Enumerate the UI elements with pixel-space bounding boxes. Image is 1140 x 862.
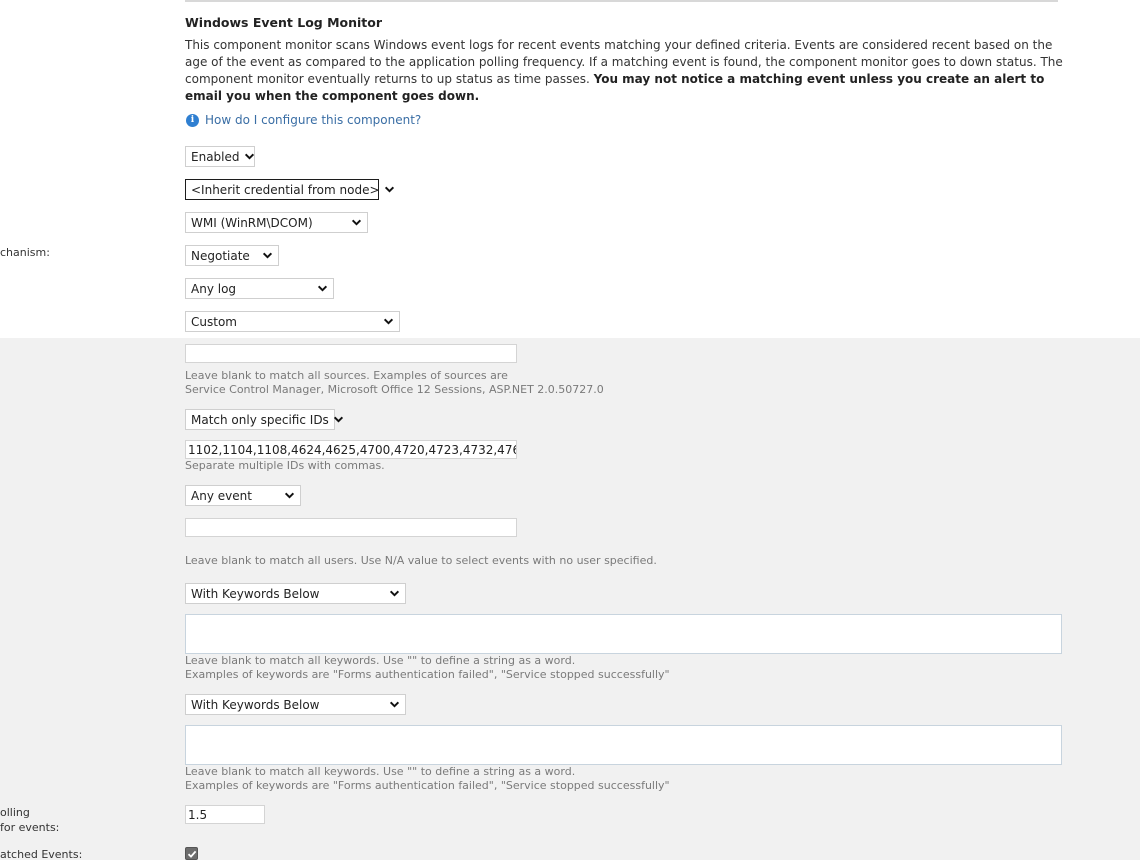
polling-label-line2: for events:: [0, 821, 60, 834]
status-value: Enabled: [191, 149, 240, 164]
event-ids-hint: Separate multiple IDs with commas.: [185, 459, 385, 472]
fetching-method-select[interactable]: WMI (WinRM\DCOM): [185, 212, 368, 233]
exclude-keywords-textarea[interactable]: [185, 725, 1062, 765]
chevron-down-icon: [333, 416, 343, 423]
collect-events-checkbox[interactable]: [185, 847, 198, 860]
component-description: This component monitor scans Windows eve…: [185, 37, 1070, 105]
chevron-down-icon: [389, 701, 400, 708]
user-hint: Leave blank to match all users. Use N/A …: [185, 554, 657, 567]
chevron-down-icon: [262, 252, 273, 259]
source-mode-value: Custom: [191, 314, 237, 329]
auth-mechanism-select[interactable]: Negotiate: [185, 245, 279, 266]
chevron-down-icon: [317, 285, 328, 292]
user-input[interactable]: [185, 518, 517, 537]
credential-select[interactable]: <Inherit credential from node>: [185, 179, 394, 200]
help-link[interactable]: i How do I configure this component?: [186, 113, 421, 127]
polling-label-line1: olling: [0, 806, 30, 819]
chevron-down-icon: [284, 492, 295, 499]
event-type-value: Any event: [191, 488, 252, 503]
include-keywords-mode-value: With Keywords Below: [191, 586, 320, 601]
exclude-keywords-hint-line1: Leave blank to match all keywords. Use "…: [185, 765, 576, 778]
event-type-select[interactable]: Any event: [185, 485, 301, 506]
log-select[interactable]: Any log: [185, 278, 334, 299]
top-divider: [185, 0, 1058, 2]
include-keywords-hint-line2: Examples of keywords are "Forms authenti…: [185, 668, 670, 681]
help-link-text: How do I configure this component?: [205, 113, 422, 127]
log-value: Any log: [191, 281, 237, 296]
event-id-mode-value: Match only specific IDs: [191, 412, 329, 427]
source-hint-line1: Leave blank to match all sources. Exampl…: [185, 369, 508, 382]
source-hint-line2: Service Control Manager, Microsoft Offic…: [185, 383, 604, 396]
source-mode-select[interactable]: Custom: [185, 311, 400, 332]
credential-value: <Inherit credential from node>: [191, 182, 380, 197]
event-ids-input[interactable]: 1102,1104,1108,4624,4625,4700,4720,4723,…: [185, 440, 517, 459]
auth-mechanism-label: chanism:: [0, 246, 50, 259]
include-keywords-hint-line1: Leave blank to match all keywords. Use "…: [185, 654, 576, 667]
include-keywords-textarea[interactable]: [185, 614, 1062, 654]
chevron-down-icon: [244, 153, 254, 160]
fetching-method-value: WMI (WinRM\DCOM): [191, 215, 313, 230]
exclude-keywords-mode-value: With Keywords Below: [191, 697, 320, 712]
chevron-down-icon: [383, 318, 394, 325]
status-select[interactable]: Enabled: [185, 146, 255, 167]
event-id-mode-select[interactable]: Match only specific IDs: [185, 409, 343, 430]
checkmark-icon: [187, 850, 196, 858]
include-keywords-mode-select[interactable]: With Keywords Below: [185, 583, 406, 604]
component-title: Windows Event Log Monitor: [185, 15, 383, 30]
polling-multiplier-input[interactable]: 1.5: [185, 805, 265, 824]
exclude-keywords-mode-select[interactable]: With Keywords Below: [185, 694, 406, 715]
source-input[interactable]: [185, 344, 517, 363]
chevron-down-icon: [389, 590, 400, 597]
info-icon: i: [186, 113, 199, 127]
chevron-down-icon: [384, 186, 394, 193]
auth-mechanism-value: Negotiate: [191, 248, 250, 263]
chevron-down-icon: [351, 219, 362, 226]
exclude-keywords-hint-line2: Examples of keywords are "Forms authenti…: [185, 779, 670, 792]
